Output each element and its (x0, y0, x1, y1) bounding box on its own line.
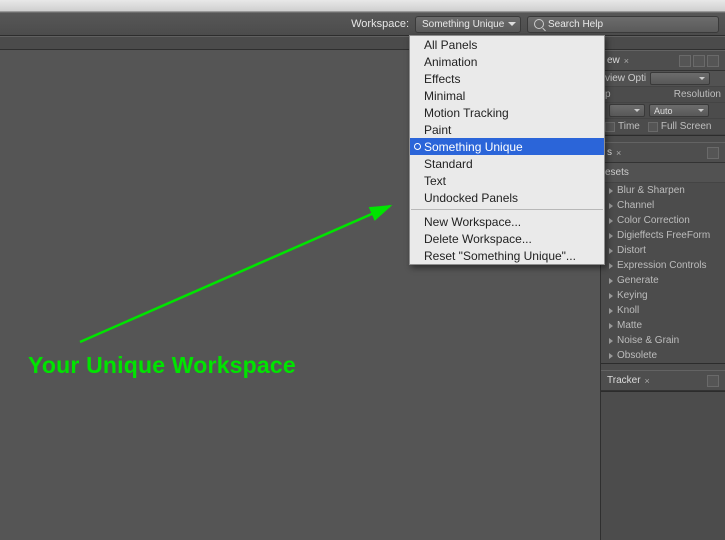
tab-strip (0, 36, 725, 50)
twirl-icon (609, 218, 613, 224)
effects-tab[interactable]: s (607, 147, 612, 158)
twirl-icon (609, 203, 613, 209)
time-checkbox[interactable] (605, 122, 615, 132)
close-icon[interactable]: × (624, 56, 629, 66)
right-dock: ew × view Opti p Resolution Auto Time Full… (601, 50, 725, 540)
select-small[interactable] (609, 104, 645, 117)
workspace-menu-item[interactable]: Minimal (410, 87, 604, 104)
effect-category[interactable]: Noise & Grain (601, 333, 725, 348)
effect-category[interactable]: Matte (601, 318, 725, 333)
workspace-label: Workspace: (351, 18, 409, 30)
twirl-icon (609, 263, 613, 269)
twirl-icon (609, 353, 613, 359)
panel-menu-icon[interactable] (707, 375, 719, 387)
tracker-panel: Tracker × (601, 370, 725, 392)
workspace-menu-item[interactable]: Motion Tracking (410, 104, 604, 121)
workspace-menu-item[interactable]: Undocked Panels (410, 189, 604, 206)
annotation-text: Your Unique Workspace (28, 352, 296, 379)
tracker-tab[interactable]: Tracker (607, 375, 641, 386)
close-icon[interactable]: × (645, 376, 650, 386)
workspace-menu-item[interactable]: Effects (410, 70, 604, 87)
row-label: p (605, 89, 611, 100)
workspace-menu-item[interactable]: Text (410, 172, 604, 189)
twirl-icon (609, 248, 613, 254)
app-toolbar: Workspace: Something Unique Search Help (0, 12, 725, 36)
effect-category[interactable]: Blur & Sharpen (601, 183, 725, 198)
fullscreen-label: Full Screen (661, 121, 712, 132)
effect-category[interactable]: Channel (601, 198, 725, 213)
menu-separator (411, 209, 603, 210)
workspace-menu-item[interactable]: Paint (410, 121, 604, 138)
resolution-select[interactable]: Auto (649, 104, 709, 117)
effect-category[interactable]: Digieffects FreeForm (601, 228, 725, 243)
close-icon[interactable]: × (616, 148, 621, 158)
fullscreen-checkbox[interactable] (648, 122, 658, 132)
annotation-arrow (70, 192, 410, 362)
workspace-dropdown-value: Something Unique (422, 19, 504, 30)
twirl-icon (609, 293, 613, 299)
panel-menu-icon[interactable] (679, 55, 691, 67)
effect-category[interactable]: Knoll (601, 303, 725, 318)
search-placeholder: Search Help (548, 19, 603, 30)
preview-panel: ew × view Opti p Resolution Auto Time Full… (601, 50, 725, 136)
window-titlebar (0, 0, 725, 12)
workspace-menu-item[interactable]: Animation (410, 53, 604, 70)
workspace-menu-item[interactable]: Something Unique (410, 138, 604, 155)
effect-category[interactable]: Generate (601, 273, 725, 288)
twirl-icon (609, 308, 613, 314)
workspace-menu-item[interactable]: All Panels (410, 36, 604, 53)
workspace-menu-action[interactable]: New Workspace... (410, 213, 604, 230)
panel-menu-icon[interactable] (693, 55, 705, 67)
panel-menu-icon[interactable] (707, 147, 719, 159)
search-icon (534, 19, 544, 29)
view-options-label: view Opti (605, 73, 646, 84)
twirl-icon (609, 233, 613, 239)
twirl-icon (609, 278, 613, 284)
time-label: Time (618, 121, 640, 132)
search-help-input[interactable]: Search Help (527, 16, 719, 33)
workspace-menu: All PanelsAnimationEffectsMinimalMotion … (409, 35, 605, 265)
presets-header: esets (605, 167, 629, 178)
twirl-icon (609, 323, 613, 329)
preview-tab[interactable]: ew (607, 55, 620, 66)
resolution-label: Resolution (674, 89, 721, 100)
twirl-icon (609, 338, 613, 344)
effect-category[interactable]: Expression Controls (601, 258, 725, 273)
workspace-menu-action[interactable]: Reset "Something Unique"... (410, 247, 604, 264)
workspace-menu-item[interactable]: Standard (410, 155, 604, 172)
workspace-dropdown[interactable]: Something Unique (415, 16, 521, 33)
effect-category[interactable]: Obsolete (601, 348, 725, 363)
effect-category[interactable]: Keying (601, 288, 725, 303)
effects-panel: s × esets Blur & SharpenChannelColor Cor… (601, 142, 725, 364)
view-options-select[interactable] (650, 72, 710, 85)
effect-category[interactable]: Color Correction (601, 213, 725, 228)
twirl-icon (609, 188, 613, 194)
chevron-down-icon (508, 22, 516, 26)
workspace-menu-action[interactable]: Delete Workspace... (410, 230, 604, 247)
effect-category[interactable]: Distort (601, 243, 725, 258)
panel-menu-icon[interactable] (707, 55, 719, 67)
